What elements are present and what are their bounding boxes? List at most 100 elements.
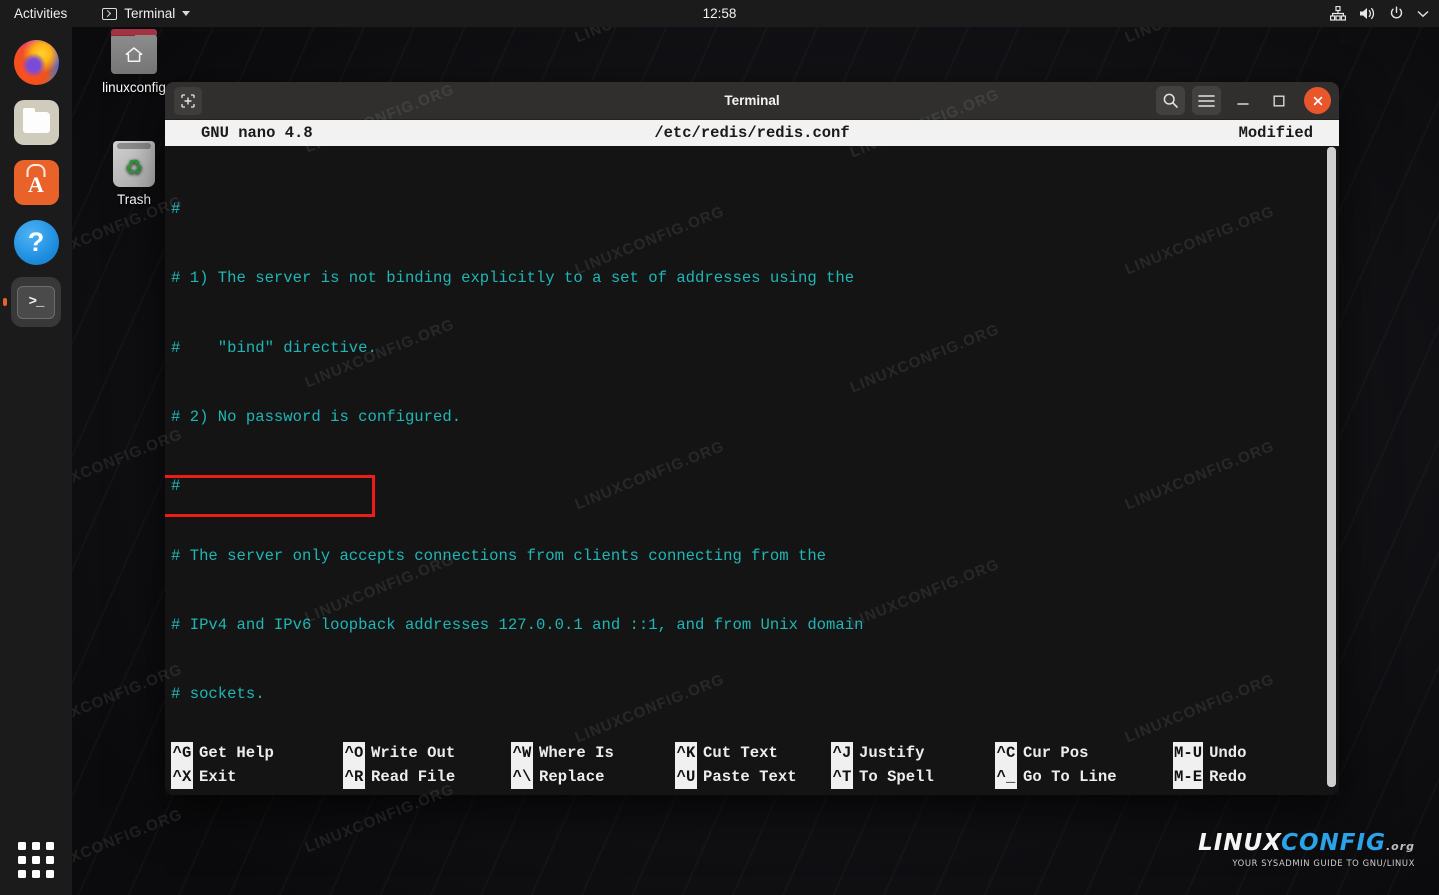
shortcut-label: Paste Text: [703, 767, 797, 786]
dock-item-files[interactable]: [11, 97, 61, 147]
terminal-app-icon: >_: [17, 285, 55, 319]
home-folder-icon: [111, 29, 157, 74]
shortcut-where-is[interactable]: ^W Where Is: [511, 742, 675, 766]
window-controls: [1156, 86, 1331, 115]
shortcut-label: Exit: [199, 767, 237, 786]
shortcut-key: M-U: [1173, 742, 1204, 766]
shortcut-label: Undo: [1209, 744, 1247, 763]
shortcut-key: ^C: [995, 742, 1017, 766]
top-bar: Activities Terminal 12:58: [0, 0, 1439, 27]
shortcut-key: M-E: [1173, 765, 1204, 789]
nano-header: GNU nano 4.8 /etc/redis/redis.conf Modif…: [165, 120, 1339, 146]
nano-editor-text[interactable]: # # 1) The server is not binding explici…: [165, 146, 1339, 795]
dock-items: A ? >_: [0, 27, 72, 327]
shortcut-get-help[interactable]: ^G Get Help: [171, 742, 343, 766]
shortcut-label: Get Help: [199, 744, 274, 763]
shortcut-redo[interactable]: M-E Redo: [1173, 765, 1247, 789]
firefox-icon: [13, 39, 59, 85]
shortcut-read-file[interactable]: ^R Read File: [343, 765, 511, 789]
desktop-root: Activities Terminal 12:58 A ? >_ linuxco…: [0, 0, 1439, 895]
shortcut-key: ^U: [675, 765, 697, 789]
nano-shortcut-bar: ^G Get Help ^O Write Out ^W Where Is ^K …: [165, 742, 1339, 795]
shortcut-go-to-line[interactable]: ^_ Go To Line: [995, 765, 1173, 789]
shortcut-label: Read File: [371, 767, 456, 786]
terminal-window: Terminal GNU nano 4.8 /etc/redis/redis.c…: [165, 82, 1339, 795]
ubuntu-software-icon: A: [13, 159, 59, 205]
app-menu-terminal[interactable]: Terminal: [92, 0, 200, 27]
shortcut-cur-pos[interactable]: ^C Cur Pos: [995, 742, 1173, 766]
window-titlebar[interactable]: Terminal: [165, 82, 1339, 120]
shortcut-key: ^X: [171, 765, 193, 789]
shortcut-key: ^R: [343, 765, 365, 789]
hamburger-menu-icon[interactable]: [1192, 86, 1221, 115]
dock: A ? >_: [0, 27, 72, 895]
search-icon[interactable]: [1156, 86, 1185, 115]
dock-item-ubuntu-software[interactable]: A: [11, 157, 61, 207]
scrollbar-thumb[interactable]: [1327, 147, 1336, 787]
network-icon[interactable]: [1330, 6, 1346, 21]
dock-item-terminal[interactable]: >_: [11, 277, 61, 327]
shortcut-label: Go To Line: [1023, 767, 1117, 786]
shortcut-cut-text[interactable]: ^K Cut Text: [675, 742, 831, 766]
shortcut-key: ^T: [831, 765, 853, 789]
clock[interactable]: 12:58: [703, 6, 737, 21]
maximize-icon[interactable]: [1264, 86, 1293, 115]
chevron-down-icon: [182, 11, 191, 16]
shortcut-key: ^G: [171, 742, 193, 766]
house-glyph: [125, 47, 143, 62]
tray-chevron-down-icon[interactable]: [1417, 10, 1429, 18]
shortcut-justify[interactable]: ^J Justify: [831, 742, 995, 766]
terminal-scrollbar[interactable]: [1327, 147, 1336, 793]
minimize-icon[interactable]: [1228, 86, 1257, 115]
shortcut-paste-text[interactable]: ^U Paste Text: [675, 765, 831, 789]
close-icon[interactable]: [1304, 87, 1331, 114]
top-bar-left: Activities Terminal: [0, 0, 200, 27]
shortcut-exit[interactable]: ^X Exit: [171, 765, 343, 789]
dock-item-firefox[interactable]: [11, 37, 61, 87]
logo-part-org: .org: [1385, 839, 1415, 853]
shortcut-undo[interactable]: M-U Undo: [1173, 742, 1247, 766]
power-icon[interactable]: [1389, 6, 1404, 21]
app-menu-label: Terminal: [124, 6, 176, 21]
logo-part-config: CONFIG: [1281, 829, 1386, 856]
editor-line: # 2) No password is configured.: [171, 408, 462, 427]
shortcut-label: Where Is: [539, 744, 614, 763]
shortcut-label: Replace: [539, 767, 605, 786]
shortcut-label: To Spell: [859, 767, 934, 786]
shortcut-key: ^J: [831, 742, 853, 766]
volume-icon[interactable]: [1359, 6, 1376, 21]
trash-icon: ♻: [113, 141, 155, 187]
editor-line: #: [171, 477, 181, 496]
editor-line: # sockets.: [171, 685, 265, 704]
shortcut-label: Redo: [1209, 767, 1247, 786]
new-tab-icon[interactable]: [174, 86, 202, 115]
logo-part-linux: LINUX: [1198, 829, 1282, 856]
shortcut-key: ^W: [511, 742, 533, 766]
shortcut-row-1: ^G Get Help ^O Write Out ^W Where Is ^K …: [171, 742, 1333, 766]
shortcut-replace[interactable]: ^\ Replace: [511, 765, 675, 789]
shortcut-to-spell[interactable]: ^T To Spell: [831, 765, 995, 789]
linuxconfig-logo: LINUXCONFIG.org YOUR SYSADMIN GUIDE TO G…: [1198, 829, 1415, 867]
help-icon: ?: [13, 219, 59, 265]
terminal-icon: [102, 7, 118, 20]
system-tray[interactable]: [1330, 6, 1429, 21]
shortcut-key: ^\: [511, 765, 533, 789]
editor-line: # IPv4 and IPv6 loopback addresses 127.0…: [171, 615, 864, 634]
window-title: Terminal: [724, 93, 780, 108]
logo-wordmark: LINUXCONFIG.org: [1198, 829, 1415, 856]
nano-modified-status: Modified: [1238, 124, 1313, 142]
nano-version: GNU nano 4.8: [201, 124, 313, 142]
shortcut-label: Justify: [859, 744, 925, 763]
show-applications-button[interactable]: [15, 839, 57, 881]
shortcut-label: Cut Text: [703, 744, 778, 763]
editor-line: # The server only accepts connections fr…: [171, 546, 827, 565]
shortcut-key: ^K: [675, 742, 697, 766]
activities-button[interactable]: Activities: [0, 0, 80, 27]
shortcut-write-out[interactable]: ^O Write Out: [343, 742, 511, 766]
terminal-body[interactable]: GNU nano 4.8 /etc/redis/redis.conf Modif…: [165, 120, 1339, 795]
files-icon: [13, 99, 59, 145]
nano-filename: /etc/redis/redis.conf: [654, 124, 850, 142]
editor-line: # "bind" directive.: [171, 338, 377, 357]
dock-item-help[interactable]: ?: [11, 217, 61, 267]
shortcut-label: Cur Pos: [1023, 744, 1089, 763]
